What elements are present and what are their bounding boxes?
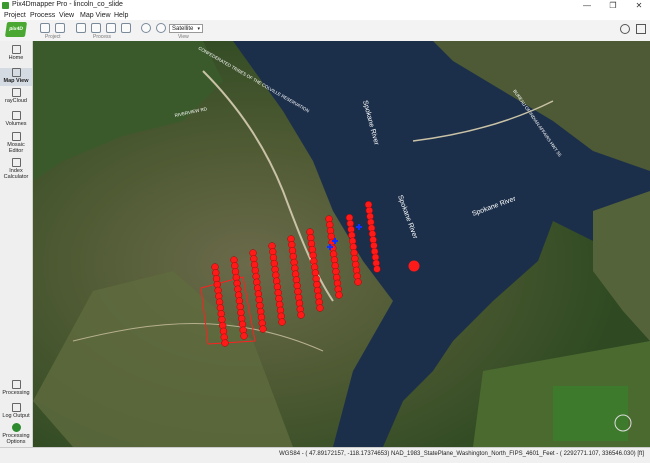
camera-position-marker[interactable] [278,318,286,326]
sidebar-item-processing[interactable]: Processing [0,380,32,400]
process-step1-icon[interactable] [76,23,86,33]
process-step3-icon[interactable] [106,23,116,33]
zoom-in-icon[interactable] [141,23,151,33]
process-step4-icon[interactable] [121,23,131,33]
volumes-icon [11,111,21,120]
camera-position-marker[interactable] [335,291,343,299]
open-project-icon[interactable] [40,23,50,33]
camera-position-marker[interactable] [373,265,381,273]
sidebar-item-label: Mosaic Editor [7,142,25,154]
camera-position-marker[interactable] [297,311,305,319]
toolbar: pix4D Project Process Satellite ▾ View [0,20,650,42]
pix4d-logo: pix4D [4,22,28,37]
sidebar-item-label: Volumes [5,121,27,127]
minimize-button[interactable]: — [578,0,596,11]
selected-camera-marker[interactable] [408,260,420,272]
basemap-value: Satellite [172,26,194,32]
sidebar-item-label: Map View [3,78,29,84]
map-view[interactable]: Spokane River Spokane River Spokane Rive… [33,41,650,447]
sidebar-item-mosaic-editor[interactable]: Mosaic Editor [0,132,32,156]
home-icon [11,45,21,54]
window-title: Pix4Dmapper Pro - lincoln_co_slide [12,1,123,8]
basemap-select[interactable]: Satellite ▾ [169,24,203,33]
camera-position-marker[interactable] [259,325,267,333]
camera-position-marker[interactable] [240,332,248,340]
sidebar-item-label: Home [8,55,24,61]
camera-position-marker[interactable] [221,339,229,347]
maximize-button[interactable]: ❐ [604,0,622,11]
map-view-icon [11,68,21,77]
camera-position-marker[interactable] [316,304,324,312]
group-label-project: Project [45,34,61,40]
menu-map-view[interactable]: Map View [80,11,111,20]
index-calculator-icon [11,158,21,167]
sidebar-item-raycloud[interactable]: rayCloud [0,88,32,108]
green-field [553,386,628,441]
sidebar-item-label: Log Output [2,413,30,419]
app-icon [2,2,9,9]
processing-options-icon [11,423,21,432]
processing-icon [11,380,21,389]
sidebar-item-label: rayCloud [4,98,27,104]
sidebar-item-log-output[interactable]: Log Output [0,403,32,421]
user-account-icon[interactable] [620,24,630,34]
sidebar-item-label: Index Calculator [3,168,29,180]
camera-position-marker[interactable] [354,278,362,286]
menu-help[interactable]: Help [114,11,128,20]
menu-project[interactable]: Project [4,11,26,20]
coordinate-readout: WGS84 - ( 47.89172157, -118.17374653) NA… [279,451,644,457]
sidebar-item-processing-options[interactable]: Processing Options [0,423,32,449]
menu-view[interactable]: View [59,11,74,20]
sidebar-item-label: Processing [2,390,30,396]
status-bar: WGS84 - ( 47.89172157, -118.17374653) NA… [0,447,650,463]
group-label-view: View [178,34,189,40]
sidebar: Home Map View rayCloud Volumes Mosaic Ed… [0,41,33,451]
raycloud-icon [11,88,21,97]
menu-bar: Project Process View Map View Help [0,11,650,20]
satellite-map[interactable]: Spokane River Spokane River Spokane Rive… [33,41,650,447]
sidebar-item-volumes[interactable]: Volumes [0,111,32,131]
group-label-process: Process [93,34,112,40]
zoom-out-icon[interactable] [156,23,166,33]
fullscreen-icon[interactable] [636,24,646,34]
log-output-icon [11,403,21,412]
process-step2-icon[interactable] [91,23,101,33]
sidebar-item-map-view[interactable]: Map View [0,68,32,86]
title-bar: Pix4Dmapper Pro - lincoln_co_slide — ❐ ✕ [0,0,650,11]
close-button[interactable]: ✕ [630,0,648,11]
sidebar-item-label: Processing Options [2,433,30,445]
sidebar-item-home[interactable]: Home [0,45,32,67]
chevron-down-icon: ▾ [197,26,200,32]
move-map-icon[interactable] [55,23,65,33]
mosaic-editor-icon [11,132,21,141]
menu-process[interactable]: Process [30,11,55,20]
sidebar-item-index-calculator[interactable]: Index Calculator [0,158,32,182]
